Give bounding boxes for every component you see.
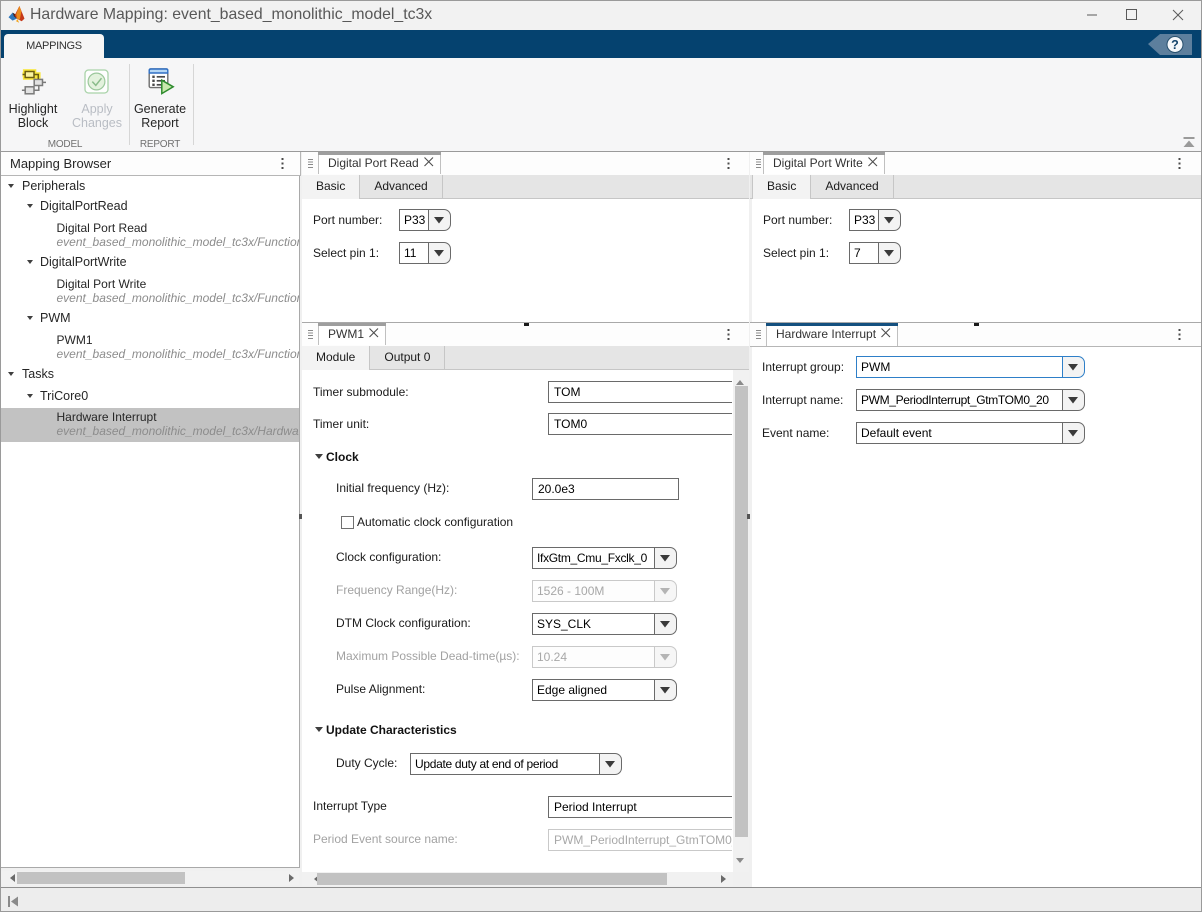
svg-text:?: ? — [1171, 38, 1179, 52]
